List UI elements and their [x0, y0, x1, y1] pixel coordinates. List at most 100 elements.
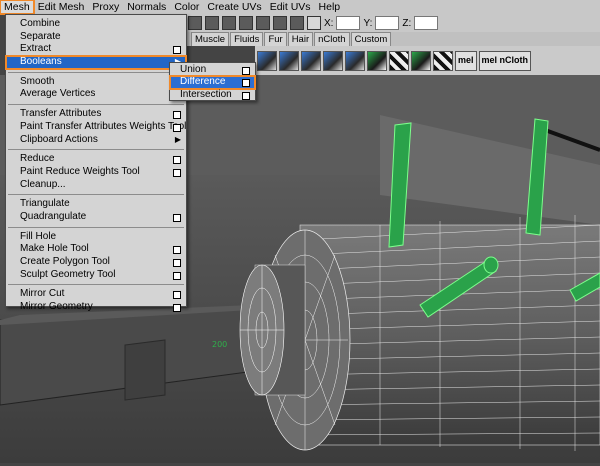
- snap-curve-icon[interactable]: [205, 16, 219, 30]
- option-box-icon[interactable]: [242, 67, 250, 75]
- menu-item-label: Sculpt Geometry Tool: [20, 268, 116, 280]
- menu-item-clipboard-actions[interactable]: Clipboard Actions ▶: [6, 134, 186, 147]
- menu-item-label: Smooth: [20, 75, 55, 87]
- menu-separator: [8, 284, 184, 286]
- menu-item-label: Separate: [20, 30, 61, 42]
- create-ncloth-icon[interactable]: [257, 50, 277, 71]
- texture-icon[interactable]: [389, 50, 409, 71]
- submenu-item-label: Difference: [180, 76, 226, 88]
- shelf-tabs: Muscle Fluids Fur Hair nCloth Custom: [185, 32, 600, 46]
- menu-item-extract[interactable]: Extract: [6, 43, 186, 56]
- status-line: X: Y: Z:: [185, 14, 600, 32]
- submenu-item-difference[interactable]: Difference: [169, 75, 256, 90]
- render-icon[interactable]: [222, 16, 236, 30]
- menu-edit-mesh[interactable]: Edit Mesh: [34, 0, 89, 14]
- menu-item-combine[interactable]: Combine: [6, 18, 186, 31]
- create-passive-icon[interactable]: [279, 50, 299, 71]
- option-box-icon[interactable]: [173, 304, 181, 313]
- option-box-icon[interactable]: [173, 168, 181, 177]
- mel-ncloth-button[interactable]: mel nCloth: [478, 50, 532, 71]
- menu-item-mirror-geometry[interactable]: Mirror Geometry: [6, 301, 186, 314]
- menu-item-reduce[interactable]: Reduce: [6, 153, 186, 166]
- menu-item-label: Mirror Geometry: [20, 301, 93, 313]
- submenu-item-label: Intersection: [180, 88, 232, 100]
- tab-custom[interactable]: Custom: [350, 32, 392, 46]
- x-label: X:: [324, 17, 334, 29]
- menu-proxy[interactable]: Proxy: [88, 0, 123, 14]
- mel-button-1[interactable]: mel: [455, 50, 477, 71]
- menu-item-label: Quadrangulate: [20, 210, 87, 222]
- remove-ncloth-icon[interactable]: [323, 50, 343, 71]
- option-box-icon[interactable]: [173, 46, 181, 55]
- menu-item-label: Make Hole Tool: [20, 243, 89, 255]
- menu-separator: [8, 149, 184, 151]
- menu-item-average-vertices[interactable]: Average Vertices: [6, 88, 186, 101]
- menu-item-fill-hole[interactable]: Fill Hole: [6, 231, 186, 244]
- menu-help[interactable]: Help: [315, 0, 345, 14]
- ipr-render-icon[interactable]: [239, 16, 253, 30]
- hypershade-icon[interactable]: [273, 16, 287, 30]
- menu-create-uvs[interactable]: Create UVs: [203, 0, 265, 14]
- menu-item-quadrangulate[interactable]: Quadrangulate: [6, 211, 186, 224]
- menu-item-transfer-attributes[interactable]: Transfer Attributes: [6, 108, 186, 121]
- menu-item-paint-reduce-weights[interactable]: Paint Reduce Weights Tool: [6, 166, 186, 179]
- mel-label: mel: [481, 55, 498, 65]
- ncloth-cache-icon[interactable]: [301, 50, 321, 71]
- submenu-arrow-icon: ▶: [174, 134, 181, 144]
- option-box-icon[interactable]: [173, 246, 181, 255]
- z-field[interactable]: [414, 16, 439, 30]
- option-box-icon[interactable]: [173, 123, 181, 132]
- menu-item-label: Triangulate: [20, 198, 70, 210]
- tab-muscle[interactable]: Muscle: [191, 32, 230, 46]
- menu-separator: [8, 226, 184, 228]
- tab-ncloth[interactable]: nCloth: [314, 32, 350, 46]
- ncloth-label: nCloth: [499, 55, 529, 65]
- menu-item-booleans[interactable]: Booleans▶: [5, 55, 187, 70]
- menu-item-paint-transfer-weights[interactable]: Paint Transfer Attributes Weights Tool: [6, 121, 186, 134]
- menu-item-label: Transfer Attributes: [20, 108, 102, 120]
- option-box-icon[interactable]: [242, 79, 250, 88]
- menu-item-label: Create Polygon Tool: [20, 256, 110, 267]
- menu-item-triangulate[interactable]: Triangulate: [6, 198, 186, 211]
- tab-fur[interactable]: Fur: [264, 32, 287, 46]
- coordinate-fields: X: Y: Z:: [324, 16, 439, 30]
- menu-item-label: Clipboard Actions: [20, 133, 98, 145]
- menu-item-mirror-cut[interactable]: Mirror Cut: [6, 288, 186, 301]
- menu-mesh[interactable]: Mesh: [0, 0, 35, 15]
- option-box-icon[interactable]: [173, 213, 181, 222]
- submenu-item-union[interactable]: Union: [170, 64, 255, 76]
- shelf: mel mel nCloth: [255, 46, 600, 76]
- menu-item-separate[interactable]: Separate: [6, 31, 186, 44]
- y-field[interactable]: [375, 16, 400, 30]
- checker-icon[interactable]: [433, 50, 453, 71]
- x-field[interactable]: [336, 16, 361, 30]
- option-box-icon[interactable]: [242, 91, 250, 100]
- tab-fluids[interactable]: Fluids: [230, 32, 264, 46]
- menu-edit-uvs[interactable]: Edit UVs: [266, 0, 315, 14]
- paint-icon[interactable]: [411, 50, 431, 71]
- menu-item-label: Combine: [20, 18, 61, 29]
- option-box-icon[interactable]: [173, 156, 181, 165]
- render-view-icon[interactable]: [290, 16, 304, 30]
- option-box-icon[interactable]: [173, 271, 181, 280]
- menu-item-cleanup[interactable]: Cleanup...: [6, 179, 186, 192]
- option-box-icon[interactable]: [173, 259, 181, 267]
- snap-grid-icon[interactable]: [188, 16, 202, 30]
- menu-item-sculpt-geometry-tool[interactable]: Sculpt Geometry Tool: [6, 269, 186, 282]
- menu-item-create-polygon-tool[interactable]: Create Polygon Tool: [6, 256, 186, 269]
- menu-item-label: Cleanup...: [20, 178, 66, 190]
- constraint-icon[interactable]: [367, 50, 387, 71]
- input-line-icon[interactable]: [307, 16, 321, 30]
- menu-item-smooth[interactable]: Smooth: [6, 76, 186, 89]
- submenu-item-intersection[interactable]: Intersection: [170, 89, 255, 101]
- menu-item-make-hole-tool[interactable]: Make Hole Tool: [6, 243, 186, 256]
- tab-hair[interactable]: Hair: [287, 32, 314, 46]
- submenu-item-label: Union: [180, 64, 207, 75]
- nucleus-icon[interactable]: [345, 50, 365, 71]
- option-box-icon[interactable]: [173, 291, 181, 300]
- option-box-icon[interactable]: [173, 111, 181, 120]
- render-settings-icon[interactable]: [256, 16, 270, 30]
- menu-normals[interactable]: Normals: [123, 0, 170, 14]
- menu-color[interactable]: Color: [170, 0, 203, 14]
- menu-item-label: Extract: [20, 43, 52, 55]
